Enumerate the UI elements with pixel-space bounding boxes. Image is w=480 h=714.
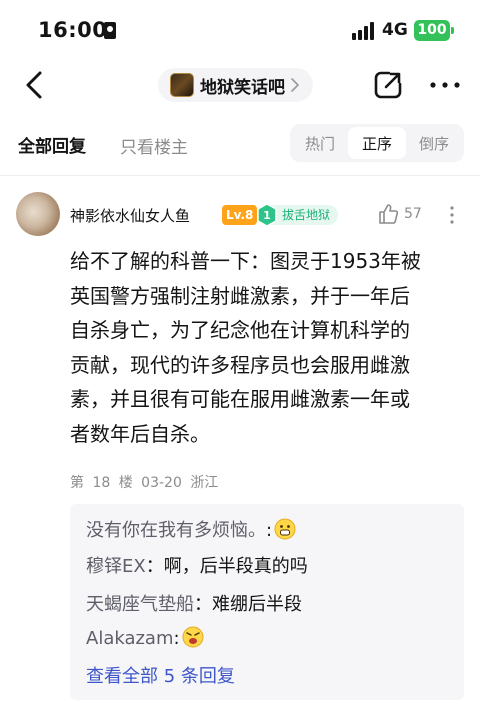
status-time: 16:00 bbox=[38, 18, 108, 42]
sort-ascending[interactable]: 正序 bbox=[362, 133, 392, 154]
sub-reply[interactable]: 天蝎座气垫船：难绷后半段 bbox=[86, 590, 302, 616]
level-badge: Lv.8 bbox=[222, 205, 258, 225]
post-meta: 第 18 楼 03-20 浙江 bbox=[70, 472, 218, 492]
signal-icon bbox=[352, 22, 376, 40]
reply-separator: : bbox=[173, 628, 180, 649]
sort-toggle: 热门 正序 倒序 bbox=[290, 124, 464, 162]
sub-reply[interactable]: 穆铎EX：啊，后半段真的吗 bbox=[86, 552, 308, 578]
tab-only-op[interactable]: 只看楼主 bbox=[120, 133, 188, 158]
post-more-icon[interactable] bbox=[449, 205, 455, 225]
view-all-replies-link[interactable]: 查看全部 5 条回复 bbox=[86, 662, 235, 688]
forum-link[interactable]: 地狱笑话吧 bbox=[158, 68, 313, 102]
reply-filter-bar: 全部回复 只看楼主 热门 正序 倒序 bbox=[0, 124, 480, 164]
sim-card-icon bbox=[104, 22, 116, 39]
tab-all-replies[interactable]: 全部回复 bbox=[18, 132, 86, 157]
sort-descending[interactable]: 倒序 bbox=[419, 133, 449, 154]
forum-avatar bbox=[170, 73, 194, 97]
post-location: 浙江 bbox=[190, 475, 219, 491]
shocked-emoji-icon bbox=[274, 518, 296, 540]
post-body: 给不了解的科普一下：图灵于1953年被 英国警方强制注射雌激素，并于一年后 自杀… bbox=[70, 249, 421, 446]
chevron-right-icon bbox=[291, 78, 299, 92]
reply-author[interactable]: 穆铎EX bbox=[86, 556, 146, 577]
sub-replies: 没有你在我有多烦恼。: 穆铎EX：啊，后半段真的吗 天蝎座气垫船：难绷后半段 A… bbox=[70, 504, 464, 700]
gem-icon: 1 bbox=[257, 203, 277, 227]
reply-author[interactable]: 天蝎座气垫船 bbox=[86, 594, 194, 615]
svg-text:1: 1 bbox=[263, 209, 271, 222]
divider bbox=[0, 175, 480, 176]
nav-bar: 地狱笑话吧 bbox=[0, 62, 480, 108]
thumbs-up-icon[interactable] bbox=[377, 203, 399, 225]
reply-text: 难绷后半段 bbox=[212, 594, 302, 615]
reply-text: 啊，后半段真的吗 bbox=[163, 556, 308, 577]
back-arrow-icon[interactable] bbox=[22, 70, 48, 100]
sub-reply[interactable]: Alakazam: bbox=[86, 626, 204, 649]
post-date: 03-20 bbox=[141, 475, 182, 491]
sub-reply[interactable]: 没有你在我有多烦恼。: bbox=[86, 516, 296, 542]
battery-icon: 100 bbox=[414, 20, 454, 41]
user-avatar[interactable] bbox=[16, 192, 60, 236]
forum-name: 地狱笑话吧 bbox=[200, 77, 285, 98]
sort-hot[interactable]: 热门 bbox=[305, 133, 335, 154]
reply-separator: ： bbox=[145, 556, 164, 577]
reply-author[interactable]: 没有你在我有多烦恼。 bbox=[86, 520, 266, 541]
reply-separator: : bbox=[266, 520, 273, 541]
username[interactable]: 神影依水仙女人鱼 bbox=[70, 205, 190, 226]
status-bar: 16:00 4G 100 bbox=[0, 0, 480, 62]
reply-separator: ： bbox=[194, 594, 212, 615]
floor-number: 第 18 楼 bbox=[70, 475, 133, 491]
reply-author[interactable]: Alakazam bbox=[86, 628, 174, 649]
more-options-icon[interactable] bbox=[428, 74, 462, 96]
network-type: 4G bbox=[382, 20, 408, 40]
share-icon[interactable] bbox=[372, 69, 404, 101]
like-count: 57 bbox=[404, 206, 422, 222]
scared-emoji-icon bbox=[182, 626, 204, 648]
